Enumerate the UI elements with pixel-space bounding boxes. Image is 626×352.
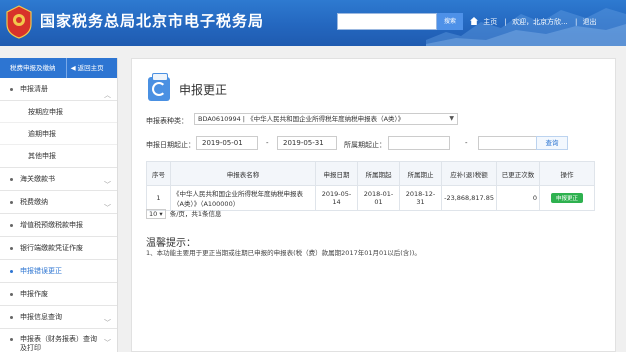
main-panel: 申报更正 申报表种类： BDA0610994 | 《中华人民共和国企业所得税年度…	[131, 58, 616, 352]
cell-period-from: 2018-01-01	[357, 185, 400, 211]
cell-index: 1	[146, 185, 171, 211]
search-input[interactable]	[337, 13, 437, 30]
cell-action: 申报更正	[539, 185, 595, 211]
page-size-select[interactable]: 10 ▾	[146, 209, 166, 219]
col-header: 应补(退)税额	[441, 161, 497, 186]
sidebar-subitem-other[interactable]: 其他申报	[0, 145, 117, 168]
bullet-icon	[10, 223, 13, 227]
tax-emblem-logo	[6, 5, 32, 39]
site-title: 国家税务总局北京市电子税务局	[40, 12, 265, 30]
type-label: 申报表种类：	[146, 117, 188, 125]
bullet-icon	[10, 269, 13, 273]
period-to[interactable]	[478, 136, 538, 150]
sidebar-subitem-overdue[interactable]: 逾期申报	[0, 123, 117, 145]
back-home-link[interactable]: ◀ 返回主页	[65, 58, 108, 78]
page-title: 申报更正	[179, 83, 228, 97]
table-header-row: 序号 申报表名称 申报日期 所属期起 所属期止 应补(退)税额 已更正次数 操作	[146, 161, 595, 186]
tips-text: 1、本功能主要用于更正当期或往期已申报的申报表(税（费）款属期2017年01月0…	[146, 249, 421, 257]
logout-link[interactable]: 退出	[583, 18, 597, 26]
sidebar-item-void[interactable]: 申报作废	[0, 283, 117, 306]
cell-corrections: 0	[496, 185, 540, 211]
cell-declare-date: 2019-05-14	[315, 185, 358, 211]
top-links: 主页 | 欢迎，北京方欣... | 退出	[470, 17, 599, 27]
sidebar-subitem-ontime[interactable]: 按期应申报	[0, 101, 117, 123]
sidebar-item-report-print[interactable]: 申报表（财务报表）查询 及打印 ﹀	[0, 329, 117, 352]
col-header: 申报表名称	[170, 161, 316, 186]
sidebar-item-query[interactable]: 申报信息查询 ﹀	[0, 306, 117, 329]
welcome-text: 欢迎，北京方欣...	[512, 18, 570, 26]
declaration-table: 序号 申报表名称 申报日期 所属期起 所属期止 应补(退)税额 已更正次数 操作…	[146, 161, 595, 211]
bullet-icon	[10, 292, 13, 296]
sidebar-item-declaration-list[interactable]: 申报清册 ︿	[0, 78, 117, 101]
bullet-icon	[10, 246, 13, 250]
col-header: 已更正次数	[496, 161, 540, 186]
apply-correction-button[interactable]: 申报更正	[550, 193, 583, 203]
col-header: 操作	[539, 161, 595, 186]
bullet-icon	[10, 87, 13, 91]
bullet-icon	[10, 200, 13, 204]
col-header: 所属期止	[399, 161, 442, 186]
col-header: 序号	[146, 161, 171, 186]
sidebar-header: 税费申报及缴纳 ◀ 返回主页	[0, 58, 117, 78]
col-header: 所属期起	[357, 161, 400, 186]
table-row: 1 《中华人民共和国企业所得税年度纳税申报表（A类）》（A100000） 201…	[146, 185, 595, 211]
col-header: 申报日期	[315, 161, 358, 186]
query-button[interactable]: 查询	[536, 136, 568, 150]
pager: 10 ▾ 条/页，共1条信息	[146, 208, 222, 219]
chevron-down-icon: ▼	[449, 115, 454, 122]
report-type-select[interactable]: BDA0610994 | 《中华人民共和国企业所得税年度纳税申报表（A类）》 ▼	[194, 113, 458, 125]
pager-info: 条/页，共1条信息	[169, 210, 222, 218]
declare-date-from[interactable]: 2019-05-01	[196, 136, 258, 150]
sidebar-item-correction[interactable]: 申报错误更正	[0, 260, 117, 283]
top-header: 国家税务总局北京市电子税务局 搜索 主页 | 欢迎，北京方欣... | 退出	[0, 0, 626, 46]
home-link[interactable]: 主页	[483, 18, 497, 26]
sidebar-item-tax-payment[interactable]: 税费缴纳 ﹀	[0, 191, 117, 214]
chevron-down-icon: ﹀	[104, 338, 111, 347]
refresh-clipboard-icon	[148, 73, 170, 101]
bullet-icon	[10, 315, 13, 319]
period-range-label: 所属期起止：	[344, 141, 386, 149]
bullet-icon	[10, 177, 13, 181]
sidebar-title: 税费申报及缴纳	[10, 64, 56, 72]
chevron-up-icon: ︿	[104, 91, 111, 99]
home-icon	[470, 17, 478, 25]
sidebar-item-customs[interactable]: 海关缴款书 ﹀	[0, 168, 117, 191]
sidebar-item-bank-voucher-void[interactable]: 银行端缴款凭证作废	[0, 237, 117, 260]
date-range-label: 申报日期起止：	[146, 141, 195, 149]
search-button[interactable]: 搜索	[437, 13, 463, 30]
period-from[interactable]	[388, 136, 450, 150]
bullet-icon	[10, 337, 13, 341]
cell-period-to: 2018-12-31	[399, 185, 442, 211]
cell-amount: -23,868,817.85	[441, 185, 497, 211]
sidebar: 税费申报及缴纳 ◀ 返回主页 申报清册 ︿ 按期应申报 逾期申报 其他申报 海关…	[0, 58, 118, 352]
cell-report-name: 《中华人民共和国企业所得税年度纳税申报表（A类）》（A100000）	[170, 185, 316, 211]
sidebar-item-vat-prepay[interactable]: 增值税预缴税款申报	[0, 214, 117, 237]
declare-date-to[interactable]: 2019-05-31	[277, 136, 337, 150]
